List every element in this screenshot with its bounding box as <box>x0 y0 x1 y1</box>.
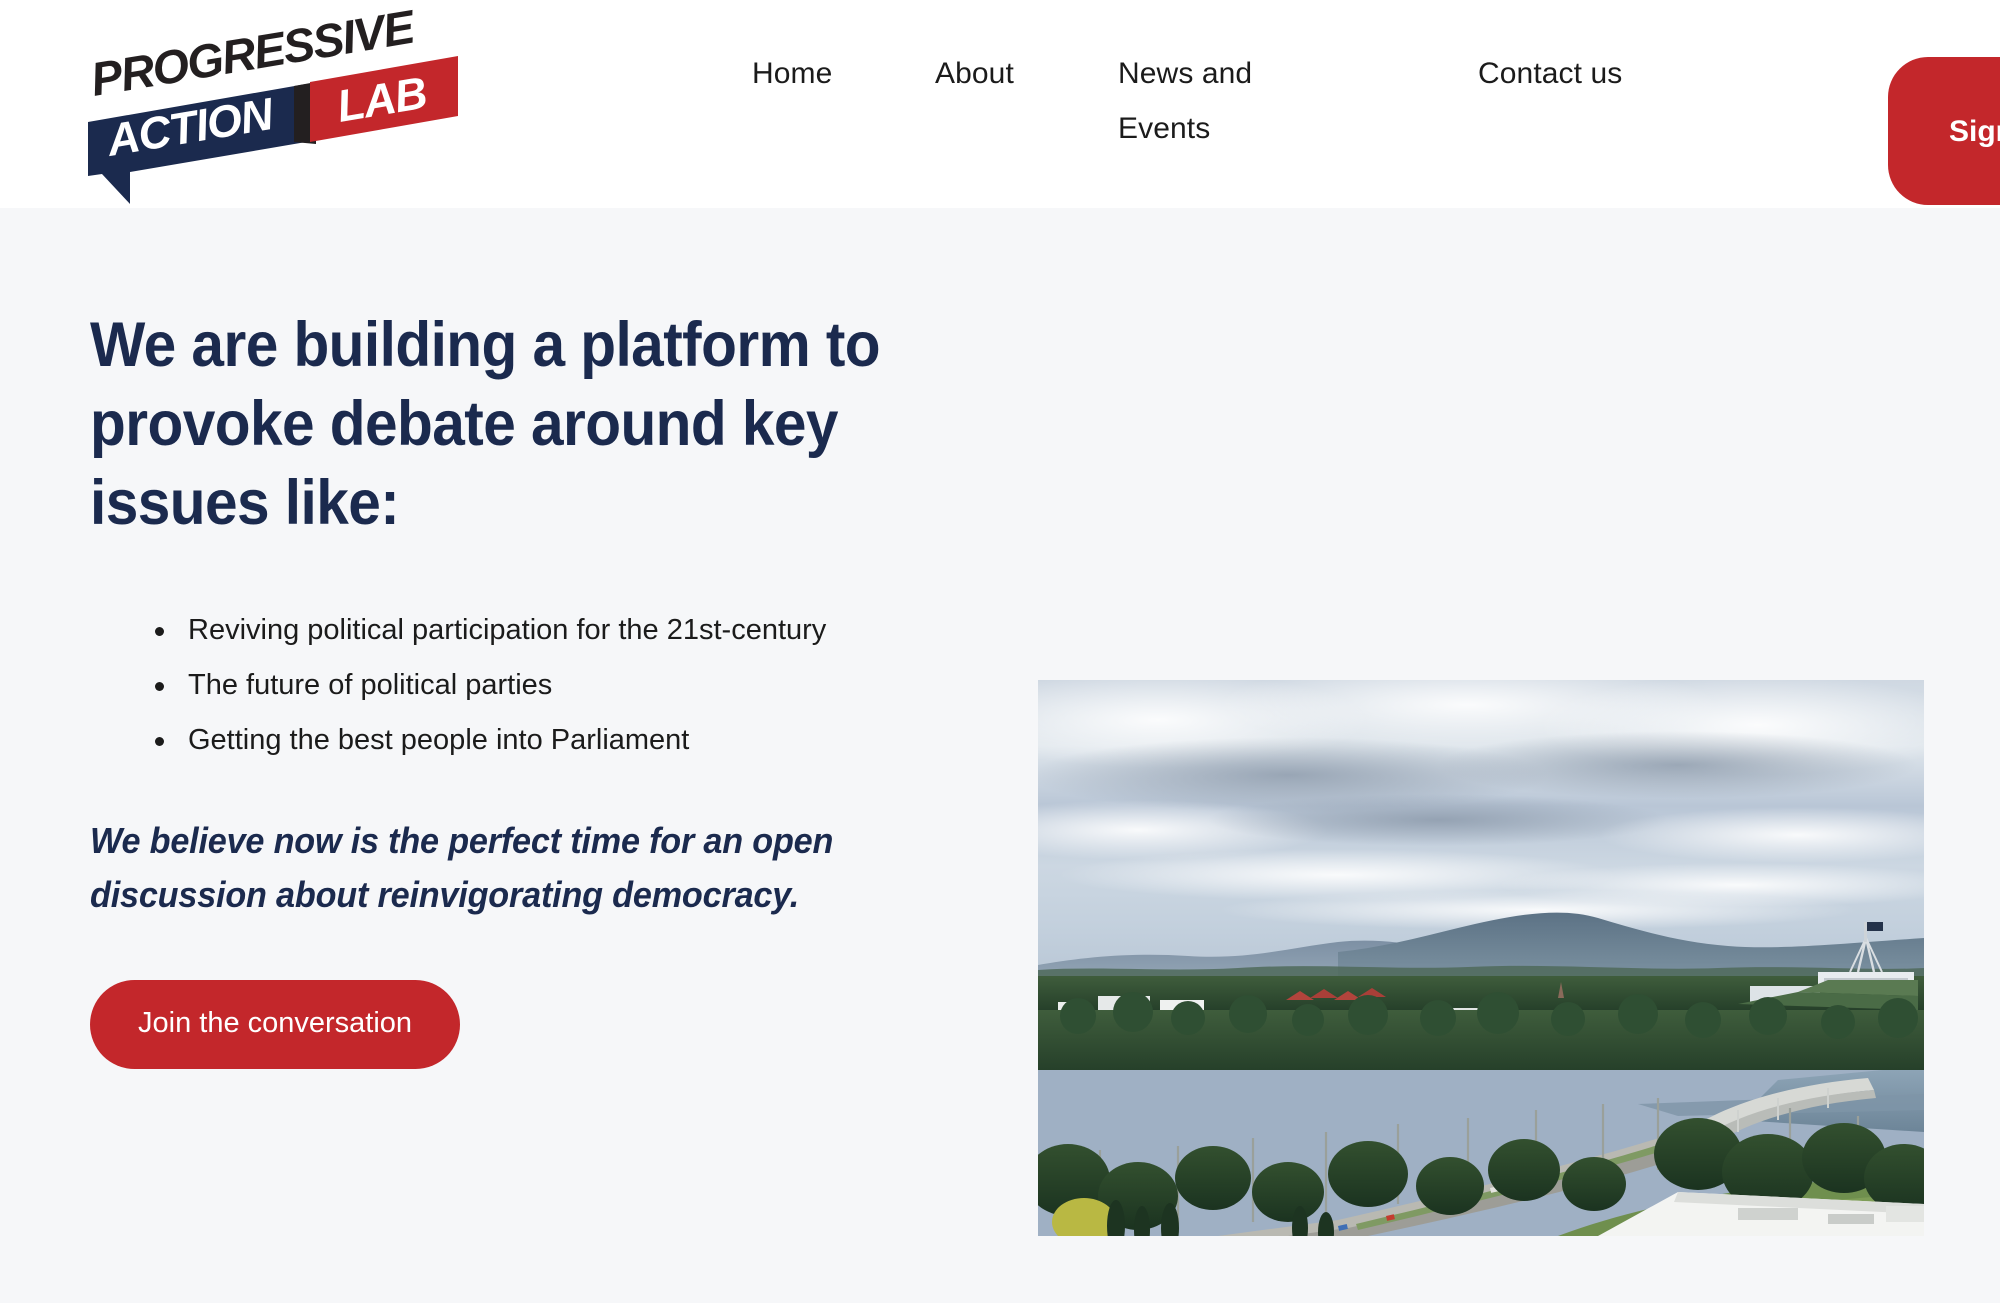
hero-section: We are building a platform to provoke de… <box>0 208 2000 1303</box>
list-item: Getting the best people into Parliament <box>148 713 888 768</box>
list-item: Reviving political participation for the… <box>148 603 888 658</box>
hero-copy: We are building a platform to provoke de… <box>90 306 980 1069</box>
site-logo[interactable]: PROGRESSIVE ACTION LAB <box>88 4 458 204</box>
progressive-action-lab-logo-icon: PROGRESSIVE ACTION LAB <box>88 4 458 204</box>
nav-item-home[interactable]: Home <box>752 46 882 101</box>
nav-item-news-and-events[interactable]: News and Events <box>1118 46 1293 156</box>
canberra-parliament-photo <box>1038 680 1924 1236</box>
main-navigation: Home About News and Events Contact us Si… <box>740 46 2000 205</box>
site-header: PROGRESSIVE ACTION LAB Home About News a… <box>0 0 2000 208</box>
sign-up-button[interactable]: Sign up <box>1888 57 2000 205</box>
hero-issue-list: Reviving political participation for the… <box>148 603 980 768</box>
nav-item-contact-us[interactable]: Contact us <box>1478 46 1628 101</box>
hero-title: We are building a platform to provoke de… <box>90 310 881 538</box>
hero-image <box>1038 680 1924 1236</box>
nav-item-about[interactable]: About <box>935 46 1065 101</box>
hero-statement: We believe now is the perfect time for a… <box>90 820 834 915</box>
list-item: The future of political parties <box>148 658 888 713</box>
join-the-conversation-button[interactable]: Join the conversation <box>90 980 461 1069</box>
